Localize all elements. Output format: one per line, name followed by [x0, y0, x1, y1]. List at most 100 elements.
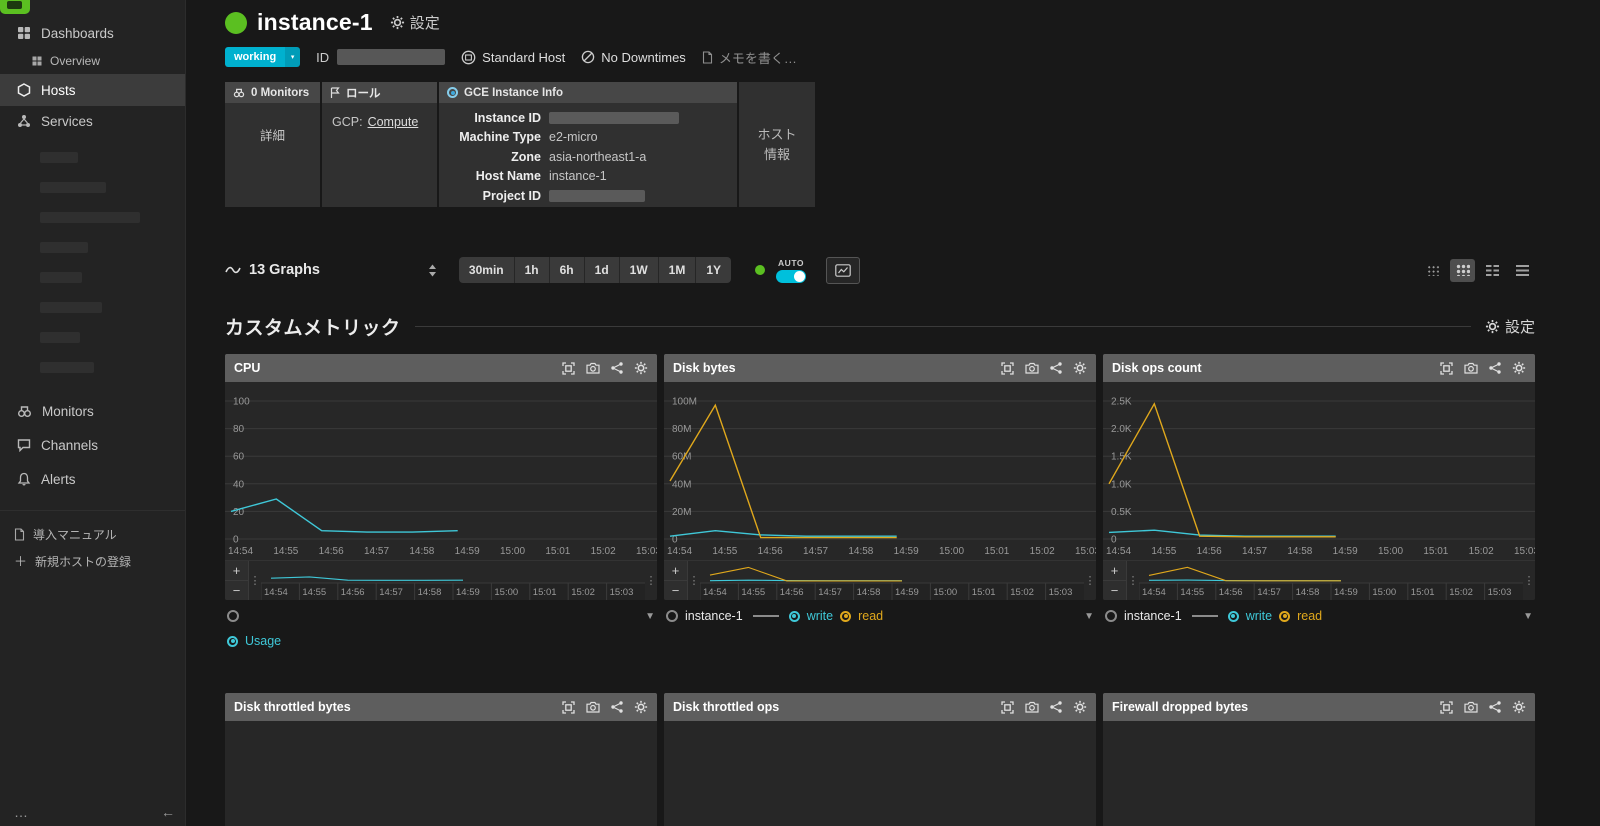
sidebar-item-monitors[interactable]: Monitors [0, 396, 185, 426]
role-link[interactable]: Compute [368, 115, 419, 129]
layout-small-grid-button[interactable] [1420, 259, 1445, 282]
time-range-1m[interactable]: 1M [658, 257, 697, 283]
time-range-1d[interactable]: 1d [584, 257, 620, 283]
layout-two-column-button[interactable] [1480, 259, 1505, 282]
time-range-1y[interactable]: 1Y [696, 257, 732, 283]
monitors-detail-link[interactable]: 詳細 [260, 125, 285, 144]
auto-refresh-toggle[interactable] [776, 269, 807, 283]
share-icon[interactable] [611, 701, 623, 713]
standard-host-badge[interactable]: Standard Host [461, 50, 565, 65]
share-icon[interactable] [1050, 362, 1062, 374]
section-settings-button[interactable]: 設定 [1485, 316, 1535, 337]
drag-handle-icon[interactable]: ⋮ [1127, 561, 1139, 600]
redacted-service-name[interactable] [40, 212, 140, 223]
sidebar-item-hosts[interactable]: Hosts [0, 74, 185, 106]
disk-throttled-ops-chart[interactable] [664, 721, 1096, 826]
zoom-in-button[interactable]: + [225, 561, 248, 581]
disk-ops-chart[interactable]: 00.5K1.0K1.5K2.0K2.5K14:54 14:55 14:56 14:5… [1103, 382, 1535, 560]
zoom-out-button[interactable]: − [225, 581, 248, 600]
zoom-out-button[interactable]: − [664, 581, 687, 600]
graph-settings-icon[interactable] [1512, 700, 1526, 714]
graph-settings-icon[interactable] [1073, 361, 1087, 375]
share-icon[interactable] [1489, 701, 1501, 713]
redacted-service-name[interactable] [40, 272, 82, 283]
camera-icon[interactable] [586, 701, 600, 713]
legend-marker-read[interactable] [1279, 610, 1291, 622]
camera-icon[interactable] [586, 362, 600, 374]
share-icon[interactable] [1489, 362, 1501, 374]
graph-board-button[interactable] [826, 256, 861, 284]
mini-timeline[interactable]: 14:54 14:55 14:56 14:57 14:58 14:59 15:00 15:01… [1139, 561, 1523, 600]
redacted-service-name[interactable] [40, 242, 88, 253]
expand-graph-icon[interactable] [1001, 700, 1014, 714]
disk-bytes-chart[interactable]: 020M40M60M80M100M14:54 14:55 14:56 14:57 14:… [664, 382, 1096, 560]
camera-icon[interactable] [1464, 362, 1478, 374]
share-icon[interactable] [611, 362, 623, 374]
mini-timeline[interactable]: 14:54 14:55 14:56 14:57 14:58 14:59 15:00 15:01… [261, 561, 645, 600]
sidebar-item-services[interactable]: Services [0, 106, 185, 136]
expand-graph-icon[interactable] [1001, 361, 1014, 375]
redacted-service-name[interactable] [40, 182, 106, 193]
sidebar-item-dashboards[interactable]: Dashboards [0, 18, 185, 48]
expand-graph-icon[interactable] [562, 361, 575, 375]
time-range-1h[interactable]: 1h [514, 257, 550, 283]
host-status-select[interactable]: working ▾ [225, 47, 301, 67]
legend-dropdown-icon[interactable]: ▼ [1084, 611, 1094, 622]
time-range-1w[interactable]: 1W [619, 257, 659, 283]
sidebar-item-alerts[interactable]: Alerts [0, 464, 185, 494]
expand-graph-icon[interactable] [1440, 361, 1453, 375]
series-visibility-toggle[interactable] [666, 610, 678, 622]
time-range-6h[interactable]: 6h [549, 257, 585, 283]
zoom-in-button[interactable]: + [1103, 561, 1126, 581]
zoom-out-button[interactable]: − [1103, 581, 1126, 600]
legend-marker-write[interactable] [788, 610, 800, 622]
legend-marker-write[interactable] [1227, 610, 1239, 622]
drag-handle-icon[interactable]: ⋮ [1084, 561, 1096, 600]
cpu-chart[interactable]: 02040608010014:54 14:55 14:56 14:57 14:58 14:… [225, 382, 657, 560]
share-icon[interactable] [1050, 701, 1062, 713]
drag-handle-icon[interactable]: ⋮ [1523, 561, 1535, 600]
sidebar-collapse-button[interactable]: ← [161, 804, 175, 820]
layout-medium-grid-button[interactable] [1450, 258, 1475, 282]
disk-throttled-bytes-chart[interactable] [225, 721, 657, 826]
sidebar-item-channels[interactable]: Channels [0, 430, 185, 460]
host-info-button[interactable]: ホスト 情報 [739, 82, 815, 207]
graph-settings-icon[interactable] [634, 361, 648, 375]
graph-settings-icon[interactable] [634, 700, 648, 714]
camera-icon[interactable] [1025, 362, 1039, 374]
redacted-service-name[interactable] [40, 152, 78, 163]
drag-handle-icon[interactable]: ⋮ [645, 561, 657, 600]
zoom-in-button[interactable]: + [664, 561, 687, 581]
camera-icon[interactable] [1025, 701, 1039, 713]
time-range-30min[interactable]: 30min [458, 257, 515, 283]
graph-settings-icon[interactable] [1073, 700, 1087, 714]
sidebar-more-button[interactable]: … [14, 804, 28, 820]
sidebar-item-overview[interactable]: Overview [0, 48, 185, 74]
redacted-service-name[interactable] [40, 362, 94, 373]
drag-handle-icon[interactable]: ⋮ [688, 561, 700, 600]
legend-dropdown-icon[interactable]: ▼ [1523, 611, 1533, 622]
firewall-dropped-chart[interactable] [1103, 721, 1535, 826]
redacted-service-name[interactable] [40, 302, 102, 313]
expand-graph-icon[interactable] [562, 700, 575, 714]
layout-list-button[interactable] [1510, 259, 1535, 282]
series-visibility-toggle[interactable] [227, 610, 239, 622]
sort-graphs-icon[interactable] [428, 264, 437, 277]
register-host-link[interactable]: ＋ 新規ホストの登録 [0, 548, 185, 575]
app-logo[interactable] [0, 0, 30, 14]
memo-field[interactable]: メモを書く… [702, 48, 797, 67]
manual-link[interactable]: 導入マニュアル [0, 521, 185, 548]
graph-settings-icon[interactable] [1512, 361, 1526, 375]
redacted-service-name[interactable] [40, 332, 80, 343]
legend-dropdown-icon[interactable]: ▼ [645, 611, 655, 622]
mini-timeline[interactable]: 14:54 14:55 14:56 14:57 14:58 14:59 15:00 15:01… [700, 561, 1084, 600]
camera-icon[interactable] [1464, 701, 1478, 713]
downtimes-button[interactable]: No Downtimes [581, 50, 686, 65]
host-settings-button[interactable]: 設定 [390, 12, 440, 33]
legend-marker-read[interactable] [840, 610, 852, 622]
drag-handle-icon[interactable]: ⋮ [249, 561, 261, 600]
y-tick-label: 20M [672, 507, 691, 518]
series-visibility-toggle[interactable] [1105, 610, 1117, 622]
expand-graph-icon[interactable] [1440, 700, 1453, 714]
legend-marker-usage[interactable] [227, 635, 238, 647]
